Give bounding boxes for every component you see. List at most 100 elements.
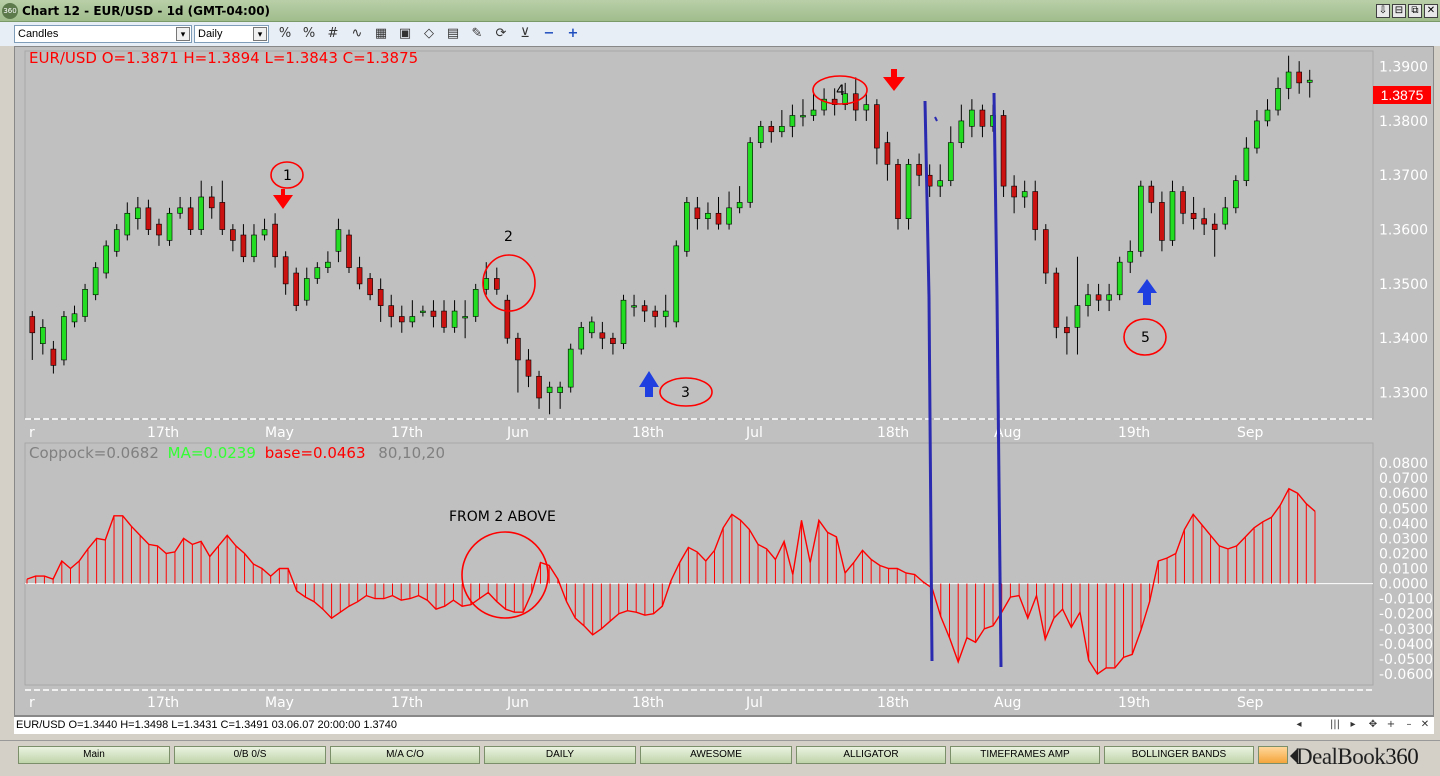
title-bar[interactable]: 360 Chart 12 - EUR/USD - 1d (GMT-04:00) … bbox=[0, 0, 1440, 22]
candle-body bbox=[50, 348, 57, 366]
annotation-label: 2 bbox=[504, 229, 513, 245]
candle-body bbox=[1148, 185, 1155, 203]
candle-body bbox=[757, 126, 764, 143]
chart-type-select[interactable]: Candles ▾ bbox=[14, 25, 192, 43]
scroll-right-icon[interactable]: ▸ bbox=[1346, 718, 1360, 732]
chart-type-value: Candles bbox=[18, 28, 59, 40]
scroll-left-icon[interactable]: ◂ bbox=[1292, 718, 1306, 732]
candle-body bbox=[1169, 191, 1176, 241]
tab-bollinger-bands[interactable]: BOLLINGER BANDS bbox=[1104, 746, 1254, 764]
scrollbar-icon[interactable]: ||| bbox=[1328, 718, 1342, 732]
tab-timeframes-amp[interactable]: TIMEFRAMES AMP bbox=[950, 746, 1100, 764]
candle-body bbox=[219, 202, 226, 230]
timeframe-select[interactable]: Daily ▾ bbox=[194, 25, 269, 43]
candle-body bbox=[546, 386, 553, 393]
candle-body bbox=[1180, 191, 1186, 214]
candle-body bbox=[916, 164, 922, 176]
price-y-axis: 1.3900 1.3800 1.3700 1.3600 1.3500 1.3400 1.33… bbox=[1379, 60, 1428, 402]
print-icon[interactable]: ▤ bbox=[444, 25, 462, 43]
candle-body bbox=[166, 212, 173, 241]
candle-body bbox=[620, 299, 627, 344]
candle-body bbox=[1285, 71, 1292, 89]
candle-body bbox=[208, 196, 215, 209]
maximize-icon[interactable]: ⧉ bbox=[1408, 4, 1422, 18]
tab-more[interactable] bbox=[1258, 746, 1288, 764]
candle-body bbox=[61, 316, 67, 361]
indicator-y-tick: -0.0100 bbox=[1379, 592, 1433, 608]
candle-body bbox=[1032, 191, 1039, 230]
zoom-in-icon[interactable]: + bbox=[564, 25, 582, 43]
tab-ma-co[interactable]: M/A C/O bbox=[330, 746, 480, 764]
close-icon[interactable]: ✕ bbox=[1424, 4, 1438, 18]
chart-canvas[interactable]: 1.3900 1.3800 1.3700 1.3600 1.3500 1.3400 1.33… bbox=[14, 46, 1434, 716]
candle-body bbox=[441, 310, 447, 328]
indicator-y-tick: -0.0200 bbox=[1379, 607, 1433, 623]
candle-body bbox=[1085, 294, 1091, 306]
indicator-x-tick: 17th bbox=[391, 695, 423, 711]
candle-body bbox=[303, 278, 310, 301]
candle-body bbox=[947, 142, 954, 181]
current-price-tag: 1.3875 bbox=[1373, 86, 1431, 104]
close-icon[interactable]: ✕ bbox=[1418, 718, 1432, 732]
zoom-in-icon[interactable]: + bbox=[1384, 718, 1398, 732]
candle-body bbox=[599, 332, 606, 339]
candle-body bbox=[494, 278, 500, 290]
status-bar: EUR/USD O=1.3440 H=1.3498 L=1.3431 C=1.3… bbox=[14, 716, 1434, 734]
indicator-x-tick: Jul bbox=[745, 695, 763, 711]
price-x-tick: 18th bbox=[877, 425, 909, 441]
zoom-out-icon[interactable]: – bbox=[1402, 718, 1416, 732]
candle-body bbox=[124, 212, 131, 236]
grid-icon[interactable]: # bbox=[324, 25, 342, 43]
price-x-tick: Sep bbox=[1237, 425, 1264, 441]
candle-body bbox=[325, 261, 331, 268]
minimize-icon[interactable]: ⇩ bbox=[1376, 4, 1390, 18]
palette-icon[interactable]: ✎ bbox=[468, 25, 486, 43]
candle-body bbox=[71, 313, 78, 323]
chevron-down-icon[interactable]: ▾ bbox=[253, 27, 267, 41]
timeframe-value: Daily bbox=[198, 28, 223, 40]
percent-icon[interactable]: % bbox=[276, 25, 294, 43]
candle-body bbox=[969, 109, 975, 127]
indicator-x-tick: 17th bbox=[147, 695, 179, 711]
candle-body bbox=[1211, 223, 1218, 230]
candle-body bbox=[557, 386, 563, 393]
tab-daily[interactable]: DAILY bbox=[484, 746, 636, 764]
candle-body bbox=[1106, 294, 1112, 301]
eraser-icon[interactable]: ◇ bbox=[420, 25, 438, 43]
restore-icon[interactable]: ⊟ bbox=[1392, 4, 1406, 18]
tab-ob-os[interactable]: 0/B 0/S bbox=[174, 746, 326, 764]
funnel-icon[interactable]: ⊻ bbox=[516, 25, 534, 43]
chart-svg[interactable]: 1.3900 1.3800 1.3700 1.3600 1.3500 1.3400 1.33… bbox=[15, 47, 1435, 717]
candle-body bbox=[1138, 185, 1144, 252]
zoom-out-icon[interactable]: − bbox=[540, 25, 558, 43]
ruler-icon[interactable]: ▦ bbox=[372, 25, 390, 43]
refresh-icon[interactable]: ⟳ bbox=[492, 25, 510, 43]
candle-body bbox=[1053, 272, 1060, 328]
tab-main[interactable]: Main bbox=[18, 746, 170, 764]
candle-body bbox=[1127, 250, 1134, 263]
calculator-icon[interactable]: ▣ bbox=[396, 25, 414, 43]
candle-body bbox=[293, 272, 300, 306]
indicator-y-tick: -0.0400 bbox=[1379, 637, 1433, 653]
price-y-tick: 1.3900 bbox=[1379, 60, 1428, 76]
tab-alligator[interactable]: ALLIGATOR bbox=[796, 746, 946, 764]
tab-awesome[interactable]: AWESOME bbox=[640, 746, 792, 764]
candle-body bbox=[905, 164, 912, 220]
chevron-down-icon[interactable]: ▾ bbox=[176, 27, 190, 41]
candle-body bbox=[82, 289, 88, 317]
price-x-tick: 19th bbox=[1118, 425, 1150, 441]
wave-icon[interactable]: ∿ bbox=[348, 25, 366, 43]
candle-body bbox=[335, 229, 342, 252]
move-icon[interactable]: ✥ bbox=[1366, 718, 1380, 732]
price-x-ticks: r 17th May 17th Jun 18th Jul 18th Aug 19th Sep bbox=[29, 425, 1264, 441]
candle-body bbox=[1296, 71, 1302, 84]
candle-body bbox=[958, 120, 965, 143]
candle-body bbox=[240, 234, 247, 258]
candle-body bbox=[525, 359, 532, 377]
indicator-x-tick: 19th bbox=[1118, 695, 1150, 711]
percent-icon[interactable]: % bbox=[300, 25, 318, 43]
indicator-y-tick: 0.0000 bbox=[1379, 577, 1428, 593]
base-value: base=0.0463 bbox=[265, 444, 366, 462]
candle-body bbox=[1306, 79, 1313, 83]
dealbook-logo: DealBook360 bbox=[1296, 744, 1419, 770]
